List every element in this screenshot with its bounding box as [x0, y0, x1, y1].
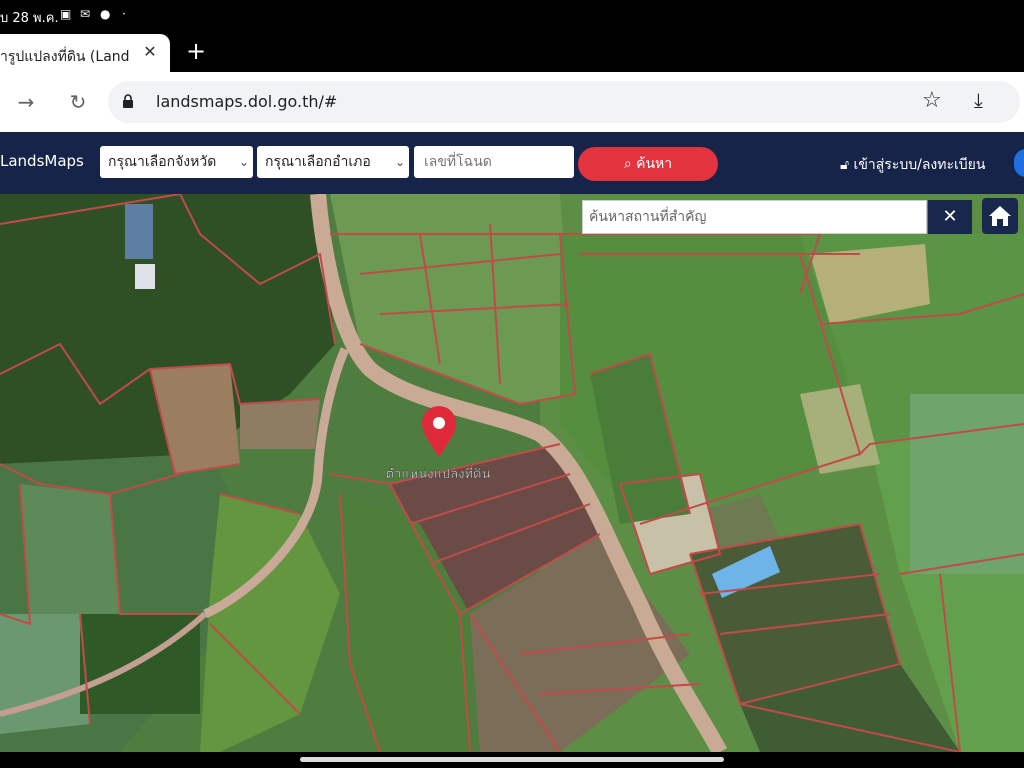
- search-icon: ⌕: [623, 156, 632, 172]
- star-icon[interactable]: ☆: [922, 88, 942, 113]
- site-header: LandsMaps กรุณาเลือกจังหวัด ⌄ กรุณาเลือก…: [0, 132, 1024, 194]
- login-link[interactable]: 🔓︎ เข้าสู่ระบบ/ลงทะเบียน: [840, 154, 985, 176]
- clear-search-button[interactable]: ✕: [928, 200, 972, 234]
- address-bar[interactable]: landsmaps.dol.go.th/# ☆ ⤓: [108, 81, 1020, 123]
- forward-arrow-icon[interactable]: →: [14, 90, 38, 114]
- download-icon[interactable]: ⤓: [974, 88, 983, 112]
- map-canvas[interactable]: ตำแหน่งแปลงที่ดิน: [0, 194, 1024, 752]
- district-select-value: กรุณาเลือกอำเภอ: [265, 154, 371, 170]
- province-select[interactable]: กรุณาเลือกจังหวัด ⌄: [100, 146, 253, 178]
- place-search-input[interactable]: ค้นหาสถานที่สำคัญ: [582, 200, 927, 234]
- status-bar: บ 28 พ.ค. ▣ ✉ ● ·: [0, 0, 1024, 32]
- marker-label: ตำแหน่งแปลงที่ดิน: [386, 465, 491, 482]
- district-select[interactable]: กรุณาเลือกอำเภอ ⌄: [257, 146, 409, 178]
- close-icon[interactable]: ✕: [140, 42, 160, 62]
- satellite-map[interactable]: ตำแหน่งแปลงที่ดิน: [0, 194, 1024, 752]
- chevron-down-icon: ⌄: [238, 155, 249, 169]
- login-label: เข้าสู่ระบบ/ลงทะเบียน: [853, 157, 986, 173]
- lock-icon: [123, 94, 133, 108]
- url-text: landsmaps.dol.go.th/#: [156, 92, 338, 111]
- chevron-down-icon: ⌄: [394, 155, 405, 169]
- more-dot-icon: ·: [122, 7, 126, 21]
- tab-strip: ารูปแปลงที่ดิน (Land ✕ +: [0, 32, 1024, 74]
- sim-card-icon: ▣: [60, 7, 72, 21]
- home-icon: [989, 206, 1011, 226]
- parcel-number-input[interactable]: [414, 146, 574, 178]
- user-avatar[interactable]: [1014, 149, 1024, 177]
- tab-title: ารูปแปลงที่ดิน (Land: [0, 49, 130, 65]
- notification-icon: ✉: [80, 7, 91, 21]
- browser-tab[interactable]: ารูปแปลงที่ดิน (Land ✕: [0, 34, 170, 74]
- browser-toolbar: → ↻ landsmaps.dol.go.th/# ☆ ⤓: [0, 72, 1024, 132]
- search-button-label: ค้นหา: [636, 156, 673, 172]
- lock-icon: 🔓︎: [840, 157, 850, 173]
- home-indicator[interactable]: [300, 757, 724, 762]
- plus-icon[interactable]: +: [185, 39, 207, 63]
- province-select-value: กรุณาเลือกจังหวัด: [108, 154, 217, 170]
- search-button[interactable]: ⌕ ค้นหา: [578, 147, 718, 181]
- place-search-placeholder: ค้นหาสถานที่สำคัญ: [589, 209, 707, 225]
- messenger-icon: ●: [100, 7, 111, 21]
- close-icon: ✕: [942, 206, 958, 227]
- status-time: บ 28 พ.ค.: [0, 11, 59, 26]
- brand-logo[interactable]: LandsMaps: [0, 152, 84, 170]
- reload-icon[interactable]: ↻: [66, 90, 90, 114]
- home-button[interactable]: [982, 198, 1018, 234]
